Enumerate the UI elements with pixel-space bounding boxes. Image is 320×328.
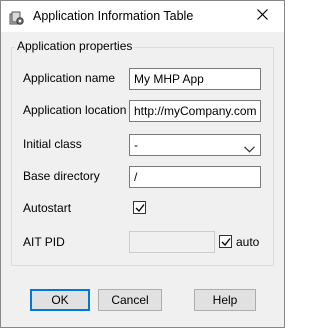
window-title: Application Information Table xyxy=(33,9,194,23)
initial-class-value: - xyxy=(134,138,138,152)
app-name-label: Application name xyxy=(23,71,116,85)
initial-class-label: Initial class xyxy=(23,137,82,151)
auto-checkbox[interactable] xyxy=(219,235,232,248)
app-info-dialog: Application Information Table Applicatio… xyxy=(0,0,285,328)
help-button[interactable]: Help xyxy=(194,289,256,311)
ait-pid-input[interactable] xyxy=(129,231,215,253)
autostart-label: Autostart xyxy=(23,201,72,215)
group-title: Application properties xyxy=(15,39,135,53)
initial-class-select[interactable]: - xyxy=(129,134,261,156)
close-icon xyxy=(256,9,268,23)
app-settings-icon xyxy=(9,10,25,26)
app-name-input[interactable]: My MHP App xyxy=(129,68,261,90)
ok-button[interactable]: OK xyxy=(30,289,90,311)
app-location-input[interactable]: http://myCompany.com xyxy=(129,100,261,122)
app-location-label: Application location xyxy=(23,103,127,117)
close-button[interactable] xyxy=(240,1,284,31)
chevron-down-icon xyxy=(244,142,255,155)
cancel-button[interactable]: Cancel xyxy=(98,289,162,311)
ait-pid-label: AIT PID xyxy=(23,235,65,249)
autostart-checkbox[interactable] xyxy=(133,201,146,214)
base-directory-input[interactable]: / xyxy=(129,166,261,188)
base-directory-label: Base directory xyxy=(23,169,100,183)
title-bar[interactable]: Application Information Table xyxy=(1,1,284,32)
auto-label: auto xyxy=(236,235,260,249)
